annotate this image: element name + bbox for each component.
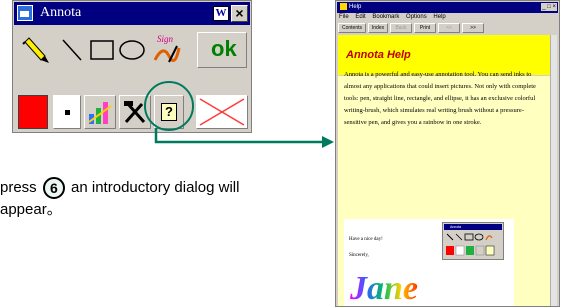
help-paragraph: Annota is a powerful and easy-use annota… — [344, 71, 536, 126]
help-app-icon — [340, 2, 347, 10]
rainbow-signature: Jane — [349, 270, 418, 305]
help-scrollbar[interactable] — [550, 35, 557, 306]
caption-line2: appear。 — [0, 201, 62, 219]
menu-edit[interactable]: Edit — [355, 14, 365, 20]
signature-text: Jane — [349, 270, 418, 305]
mini-toolbar-graphic — [446, 233, 495, 256]
mini-annota-window: Annota — [442, 222, 504, 260]
browse-forward-button[interactable]: >> — [462, 23, 484, 33]
index-button[interactable]: Index — [368, 23, 388, 33]
arrow-head-icon — [322, 136, 334, 148]
caption-after: an introductory dialog will — [71, 179, 240, 196]
instruction-caption: press 6 an introductory dialog will appe… — [0, 177, 239, 221]
caption-before: press — [0, 179, 37, 196]
menu-options[interactable]: Options — [406, 14, 427, 20]
help-title-bar[interactable]: Help — [337, 2, 558, 13]
help-menu-bar: File Edit Bookmark Options Help — [339, 14, 451, 20]
menu-file[interactable]: File — [339, 14, 349, 20]
help-body: Annota is a powerful and easy-use annota… — [338, 71, 550, 306]
browse-back-button[interactable]: << — [438, 23, 460, 33]
help-window-controls[interactable]: _ □ × — [541, 3, 557, 11]
help-title: Help — [349, 4, 362, 10]
contents-button[interactable]: Contents — [338, 23, 366, 33]
inset-line1: Have a nice day! — [349, 237, 383, 242]
step-badge: 6 — [42, 177, 65, 200]
menu-help[interactable]: Help — [433, 14, 445, 20]
inset-line2: Sincerely, — [349, 253, 369, 258]
help-button-bar: Contents Index Back Print << >> — [338, 23, 558, 33]
print-button[interactable]: Print — [414, 23, 436, 33]
back-button[interactable]: Back — [390, 23, 412, 33]
example-inset: Have a nice day! Sincerely, Annota Jane — [344, 219, 514, 306]
help-heading: Annota Help — [346, 49, 411, 61]
menu-bookmark[interactable]: Bookmark — [372, 14, 399, 20]
help-window: Help _ □ × File Edit Bookmark Options He… — [335, 0, 560, 307]
